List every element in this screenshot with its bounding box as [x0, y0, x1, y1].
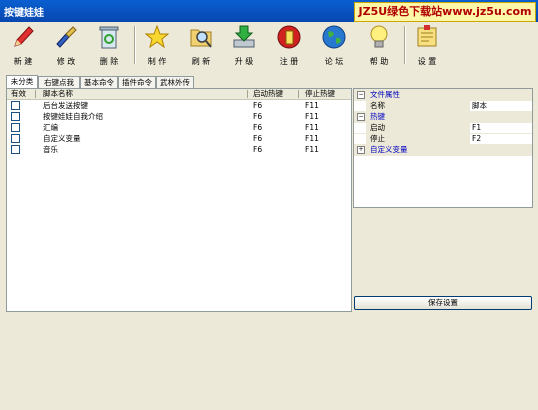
table-row[interactable]: 汇编 F6 F11: [7, 122, 351, 133]
start-hotkey: F6: [253, 123, 263, 132]
stop-hotkey: F11: [305, 101, 319, 110]
property-key: 启动: [370, 123, 385, 132]
collapse-icon[interactable]: −: [357, 113, 365, 121]
column-enabled[interactable]: 有效: [11, 89, 26, 99]
recycle-bin-icon: [99, 26, 119, 49]
script-name: 音乐: [43, 145, 58, 154]
refresh-button[interactable]: 刷 新: [182, 22, 220, 68]
toolbar: 新 建 修 改 删 除 制 作 刷 新 升 级 注 册 论 坛 帮 助 设 置: [0, 22, 538, 70]
category-label: 热键: [370, 112, 385, 121]
window-title: 按键娃娃: [4, 8, 44, 19]
title-bar: 按键娃娃 JZ5U绿色下载站www.jz5u.com: [0, 0, 538, 22]
settings-button[interactable]: 设 置: [408, 22, 446, 68]
script-name: 按键娃娃自我介绍: [43, 112, 103, 121]
folder-search-icon: [190, 29, 212, 48]
stop-hotkey: F11: [305, 145, 319, 154]
column-stop-hotkey[interactable]: 停止热键: [305, 89, 335, 99]
start-hotkey: F6: [253, 145, 263, 154]
delete-button[interactable]: 删 除: [90, 22, 128, 68]
property-key: 停止: [370, 134, 385, 143]
property-value[interactable]: F2: [472, 133, 481, 144]
toolbar-separator: [404, 26, 405, 64]
stop-hotkey: F11: [305, 123, 319, 132]
enabled-checkbox[interactable]: [11, 145, 20, 154]
script-list: 有效 脚本名称 启动热键 停止热键 后台发送按键 F6 F11 按键娃娃自我介绍…: [6, 88, 352, 312]
start-hotkey: F6: [253, 112, 263, 121]
settings-label: 设 置: [417, 57, 437, 66]
globe-icon: [322, 25, 346, 49]
expand-icon[interactable]: +: [357, 146, 365, 154]
table-row[interactable]: 后台发送按键 F6 F11: [7, 100, 351, 111]
refresh-label: 刷 新: [191, 57, 211, 66]
category-label: 自定义变量: [370, 145, 408, 154]
property-value[interactable]: F1: [472, 122, 481, 133]
collapse-icon[interactable]: −: [357, 91, 365, 99]
upgrade-button[interactable]: 升 级: [225, 22, 263, 68]
download-icon: [233, 25, 255, 48]
register-button[interactable]: 注 册: [270, 22, 308, 68]
column-divider[interactable]: [35, 90, 36, 98]
lightbulb-icon: [370, 25, 388, 48]
tab-basic-commands[interactable]: 基本命令: [80, 76, 118, 88]
start-hotkey: F6: [253, 101, 263, 110]
brush-icon: [56, 26, 77, 48]
script-name: 汇编: [43, 123, 58, 132]
script-name: 自定义变量: [43, 134, 81, 143]
make-label: 制 作: [147, 57, 167, 66]
category-label: 文件属性: [370, 90, 400, 99]
watermark-banner: JZ5U绿色下载站www.jz5u.com: [354, 2, 536, 22]
toolbar-separator: [134, 26, 135, 64]
upgrade-label: 升 级: [234, 57, 254, 66]
make-button[interactable]: 制 作: [138, 22, 176, 68]
table-row[interactable]: 自定义变量 F6 F11: [7, 133, 351, 144]
enabled-checkbox[interactable]: [11, 123, 20, 132]
help-button[interactable]: 帮 助: [360, 22, 398, 68]
stop-hotkey: F11: [305, 134, 319, 143]
forum-button[interactable]: 论 坛: [315, 22, 353, 68]
pencil-icon: [14, 26, 34, 47]
enabled-checkbox[interactable]: [11, 112, 20, 121]
edit-button[interactable]: 修 改: [47, 22, 85, 68]
table-row[interactable]: 音乐 F6 F11: [7, 144, 351, 155]
forum-label: 论 坛: [324, 57, 344, 66]
tab-plugin-commands[interactable]: 插件命令: [118, 76, 156, 88]
help-label: 帮 助: [369, 57, 389, 66]
list-header: 有效 脚本名称 启动热键 停止热键: [7, 89, 351, 100]
register-label: 注 册: [279, 57, 299, 66]
settings-note-icon: [417, 25, 437, 47]
column-divider[interactable]: [298, 90, 299, 98]
enabled-checkbox[interactable]: [11, 101, 20, 110]
register-icon: [277, 25, 301, 49]
tab-uncategorized[interactable]: 未分类: [6, 75, 38, 88]
enabled-checkbox[interactable]: [11, 134, 20, 143]
new-label: 新 建: [13, 57, 33, 66]
column-start-hotkey[interactable]: 启动热键: [253, 89, 283, 99]
property-key: 名称: [370, 101, 385, 110]
tab-right-click[interactable]: 右键点我: [38, 76, 80, 88]
edit-label: 修 改: [56, 57, 76, 66]
column-divider[interactable]: [247, 90, 248, 98]
stop-hotkey: F11: [305, 112, 319, 121]
star-icon: [145, 24, 169, 49]
table-row[interactable]: 按键娃娃自我介绍 F6 F11: [7, 111, 351, 122]
tab-wulin[interactable]: 武林外传: [156, 76, 194, 88]
category-custom-variables[interactable]: + 自定义变量: [354, 144, 532, 156]
property-value[interactable]: 脚本: [472, 100, 487, 111]
script-name: 后台发送按键: [43, 101, 88, 110]
save-settings-button[interactable]: 保存设置: [354, 296, 532, 310]
new-button[interactable]: 新 建: [4, 22, 42, 68]
start-hotkey: F6: [253, 134, 263, 143]
property-grid: − 文件属性 名称 脚本 − 热键 启动 F1 停止 F2 + 自定义变量: [353, 88, 533, 208]
column-script-name[interactable]: 脚本名称: [43, 89, 73, 99]
delete-label: 删 除: [99, 57, 119, 66]
